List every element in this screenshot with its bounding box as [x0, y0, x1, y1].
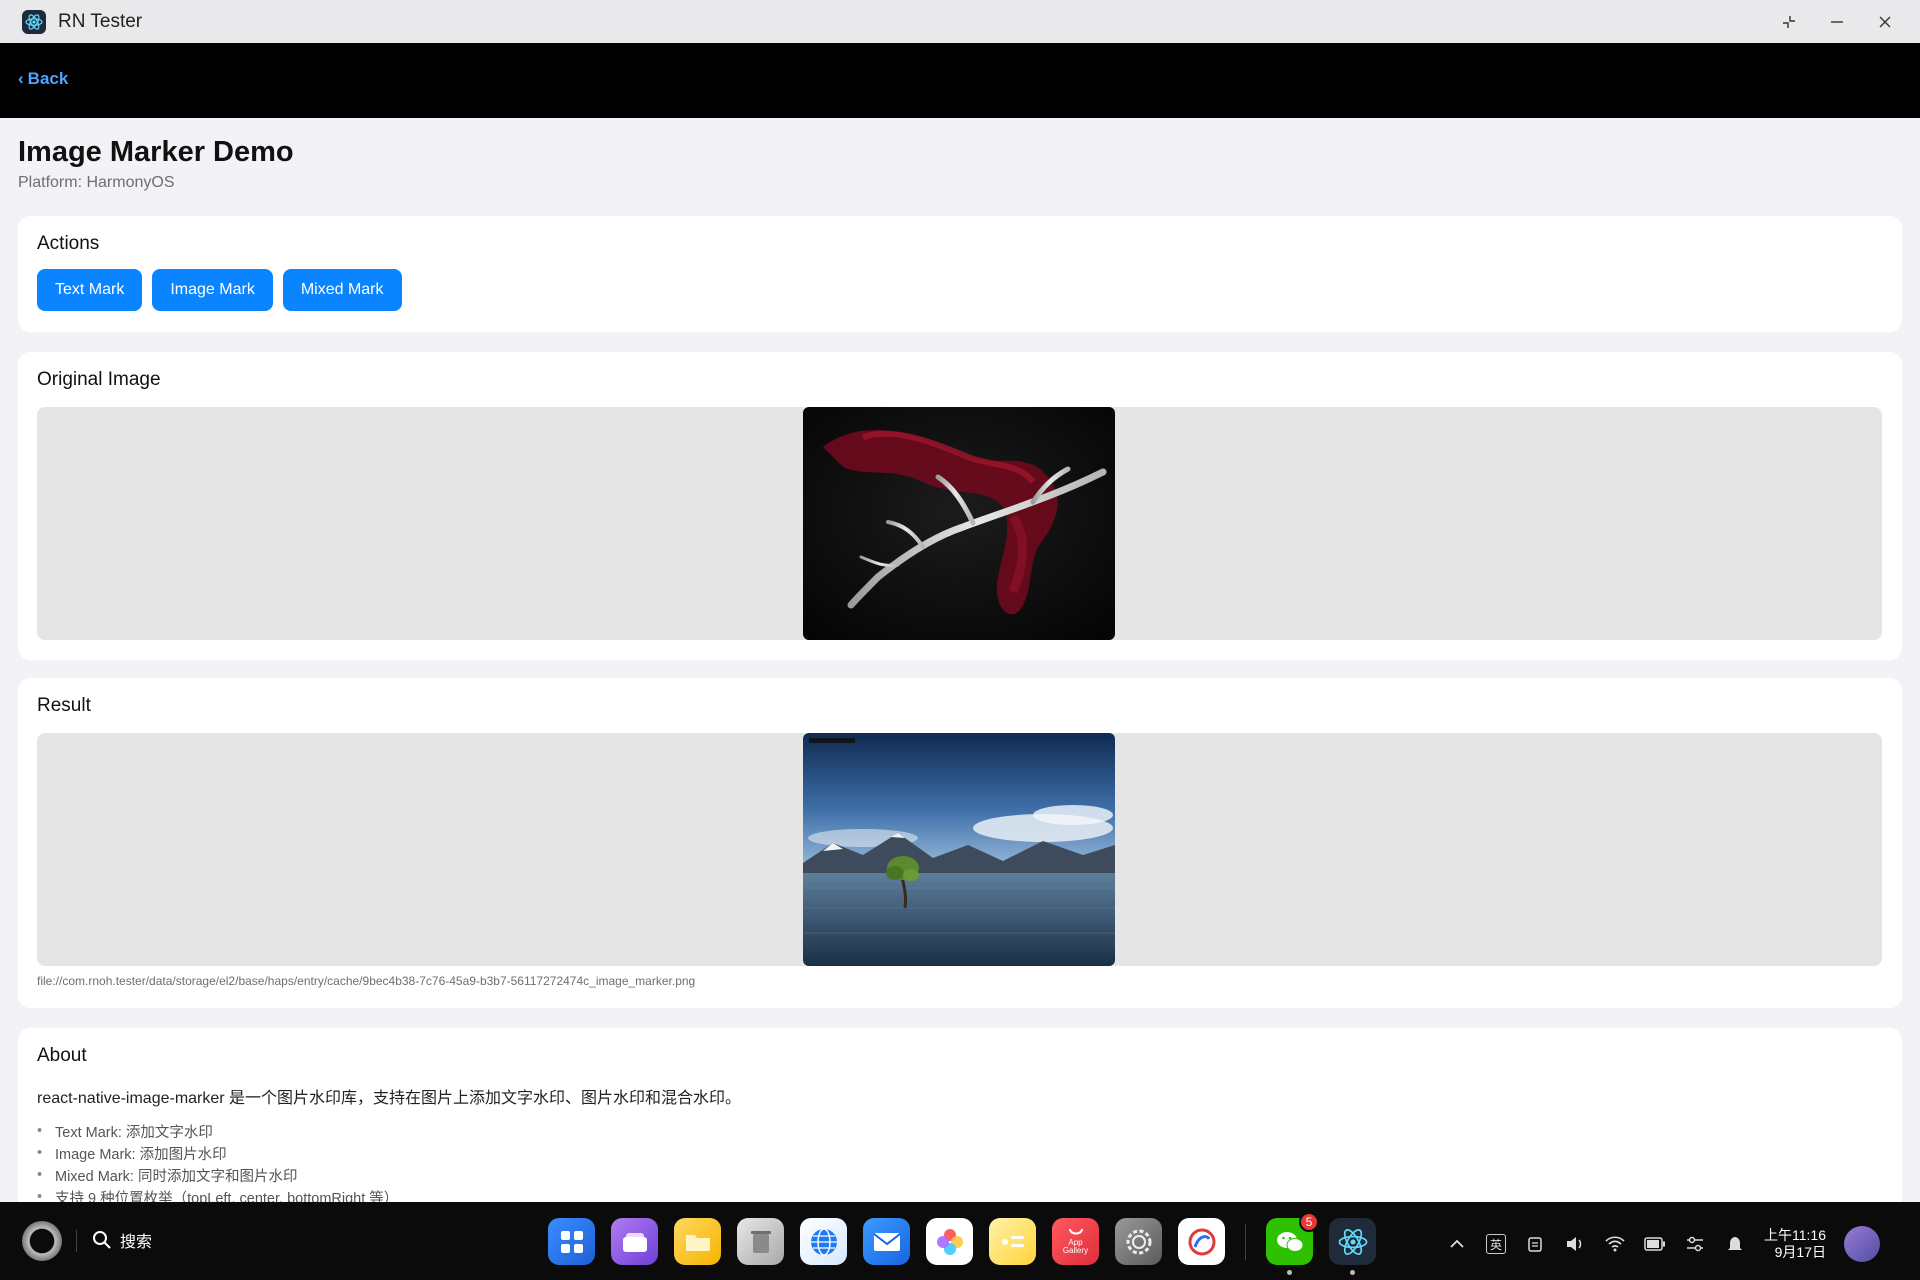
taskbar-divider	[76, 1230, 77, 1252]
clock-time: 上午11:16	[1764, 1227, 1826, 1243]
taskbar: 搜索 App Gallery 5 英 上午11:16 9月17日	[0, 1202, 1920, 1280]
app-gallery-icon[interactable]: App Gallery	[1052, 1218, 1099, 1265]
original-image-title: Original Image	[37, 369, 161, 390]
window-title: RN Tester	[58, 10, 143, 32]
list-item: • Mixed Mark: 同时添加文字和图片水印	[37, 1167, 298, 1185]
close-icon[interactable]	[1874, 11, 1896, 33]
wechat-icon[interactable]: 5	[1266, 1212, 1319, 1275]
input-method-label: 英	[1489, 1237, 1502, 1252]
wifi-icon[interactable]	[1604, 1233, 1626, 1255]
result-title: Result	[37, 695, 91, 716]
about-card: About react-native-image-marker 是一个图片水印库…	[18, 1028, 1902, 1202]
notification-badge: 5	[1299, 1212, 1319, 1232]
notes-icon[interactable]	[989, 1218, 1036, 1265]
react-icon	[22, 9, 46, 34]
app-header: ‹ Back	[0, 43, 1920, 118]
multitask-icon[interactable]	[611, 1218, 658, 1265]
clock-date: 9月17日	[1774, 1244, 1826, 1260]
start-button[interactable]	[22, 1221, 62, 1261]
list-item: • Image Mark: 添加图片水印	[37, 1145, 227, 1163]
app-grid-icon[interactable]	[548, 1218, 595, 1265]
running-indicator	[1350, 1270, 1355, 1275]
page-subtitle: Platform: HarmonyOS	[18, 174, 175, 191]
main-content[interactable]: Image Marker Demo Platform: HarmonyOS Ac…	[0, 118, 1920, 1202]
list-item: • Text Mark: 添加文字水印	[37, 1123, 213, 1141]
dock-separator	[1245, 1223, 1246, 1260]
original-image-frame	[37, 407, 1882, 640]
battery-icon[interactable]	[1644, 1233, 1666, 1255]
dock: App Gallery 5	[548, 1212, 1376, 1275]
mail-icon[interactable]	[863, 1218, 910, 1265]
back-button[interactable]: ‹ Back	[18, 69, 68, 89]
about-title: About	[37, 1045, 87, 1066]
back-label: Back	[27, 69, 69, 88]
page-title: Image Marker Demo	[18, 136, 294, 168]
chevron-left-icon: ‹	[18, 69, 24, 88]
settings-icon[interactable]	[1115, 1218, 1162, 1265]
about-description: react-native-image-marker 是一个图片水印库，支持在图片…	[37, 1090, 742, 1107]
browser-icon[interactable]	[800, 1218, 847, 1265]
photos-icon[interactable]	[926, 1218, 973, 1265]
avatar[interactable]	[1844, 1226, 1880, 1262]
notification-bell-icon[interactable]	[1724, 1233, 1746, 1255]
clock[interactable]: 上午11:16 9月17日	[1764, 1227, 1826, 1261]
clipboard-icon[interactable]	[1524, 1233, 1546, 1255]
system-tray: 英 上午11:16 9月17日	[1446, 1226, 1880, 1262]
running-indicator	[1287, 1270, 1292, 1275]
text-mark-button[interactable]: Text Mark	[37, 269, 143, 311]
actions-title: Actions	[37, 233, 100, 254]
result-image	[803, 733, 1115, 966]
mixed-mark-button[interactable]: Mixed Mark	[282, 269, 402, 311]
files-icon[interactable]	[674, 1218, 721, 1265]
image-mark-button[interactable]: Image Mark	[152, 269, 273, 311]
input-method-icon[interactable]: 英	[1486, 1234, 1506, 1254]
trash-icon[interactable]	[737, 1218, 784, 1265]
volume-icon[interactable]	[1564, 1233, 1586, 1255]
minimize-icon[interactable]	[1826, 11, 1848, 33]
picture-editor-icon[interactable]	[1178, 1218, 1225, 1265]
chevron-up-icon[interactable]	[1446, 1233, 1468, 1255]
actions-card: Actions Text Mark Image Mark Mixed Mark	[18, 216, 1902, 332]
result-image-frame	[37, 733, 1882, 966]
list-item: • 支持 9 种位置枚举（topLeft, center, bottomRight…	[37, 1189, 399, 1202]
original-image-card: Original Image	[18, 352, 1902, 660]
app-gallery-label: App Gallery	[1062, 1237, 1089, 1255]
search-icon	[93, 1231, 111, 1249]
react-icon[interactable]	[1329, 1218, 1376, 1275]
result-path-text: file://com.rnoh.tester/data/storage/el2/…	[37, 974, 696, 988]
about-feature-list: • Text Mark: 添加文字水印 • Image Mark: 添加图片水印 •…	[37, 1120, 398, 1202]
taskbar-search[interactable]: 搜索	[92, 1228, 152, 1252]
control-center-icon[interactable]	[1684, 1233, 1706, 1255]
original-image	[803, 407, 1115, 640]
result-card: Result file://com.rnoh.tester/data/stora…	[18, 678, 1902, 1008]
search-label: 搜索	[120, 1234, 153, 1251]
window-titlebar: RN Tester	[0, 0, 1920, 43]
restore-icon[interactable]	[1778, 11, 1800, 33]
